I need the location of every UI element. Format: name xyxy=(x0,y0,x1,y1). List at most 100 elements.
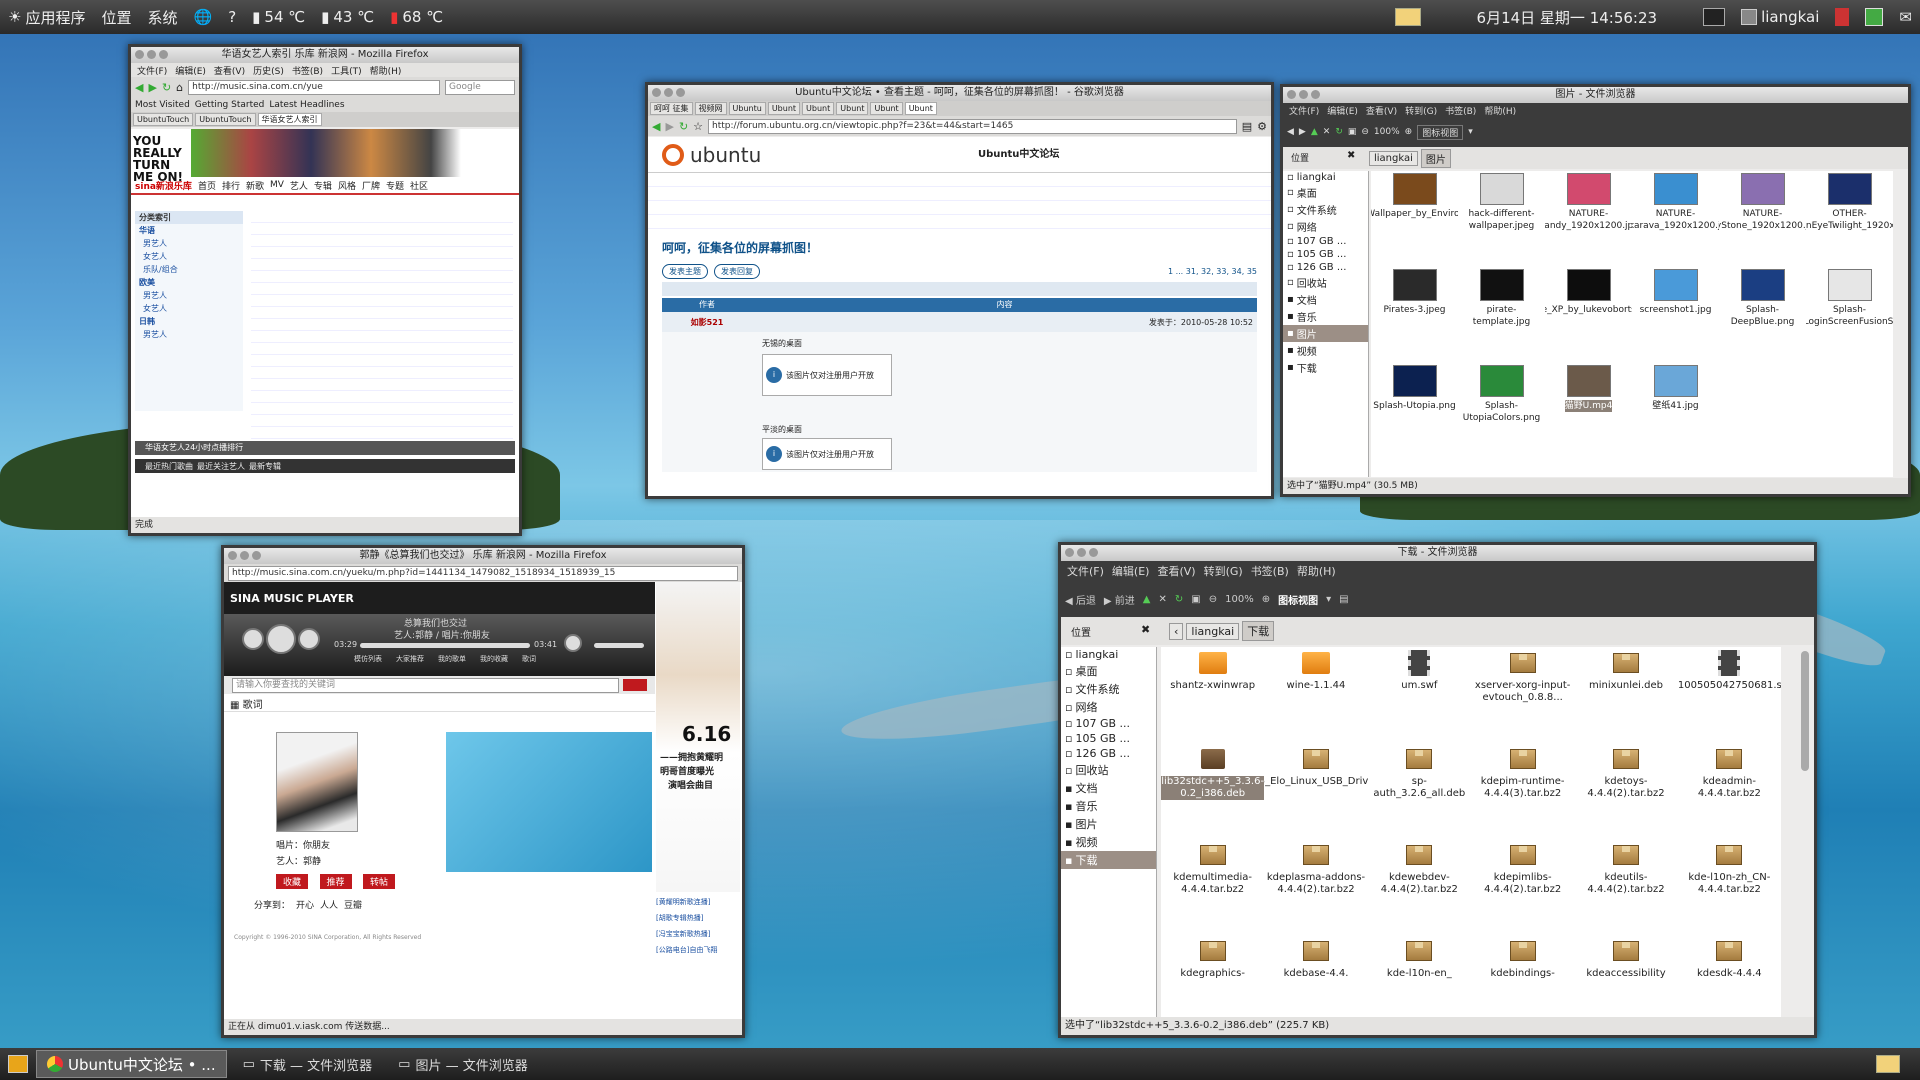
sidebar-item[interactable]: ▫ liangkai xyxy=(1061,647,1156,662)
mail-icon[interactable]: ✉ xyxy=(1891,8,1920,26)
reload-icon[interactable]: ↻ xyxy=(679,120,688,133)
file-item[interactable]: kdetoys-4.4.4(2).tar.bz2 xyxy=(1574,743,1677,839)
file-item[interactable]: Pirate_XP_by_lukevoborts.png xyxy=(1545,267,1632,363)
file-item[interactable]: kdeutils-4.4.4(2).tar.bz2 xyxy=(1574,839,1677,935)
file-item[interactable]: NATURE-SkyStone_1920x1200.jpg xyxy=(1719,171,1806,267)
maximize-icon[interactable] xyxy=(1089,548,1098,557)
window-titlebar[interactable]: Ubuntu中文论坛 • 查看主题 - 呵呵，征集各位的屏幕抓图！ - 谷歌浏览… xyxy=(648,85,1271,101)
side-link[interactable]: [黄耀明新歌连播] xyxy=(656,894,740,910)
url-bar[interactable]: http://forum.ubuntu.org.cn/viewtopic.php… xyxy=(708,118,1237,134)
file-item[interactable]: SW40015_Elo_Linux_USB_Driver_v3.2... xyxy=(1264,743,1368,839)
nav-link[interactable]: 艺人 xyxy=(290,179,308,192)
menu-help[interactable]: 帮助(H) xyxy=(1297,563,1336,579)
image-placeholder[interactable]: i 该图片仅对注册用户开放 xyxy=(762,438,892,470)
user-menu[interactable]: liangkai xyxy=(1733,8,1827,26)
sidebar-item[interactable]: ▫ 桌面 xyxy=(1061,662,1156,680)
lyrics-label[interactable]: 歌词 xyxy=(243,700,263,711)
sidebar-item[interactable]: ▫ 网络 xyxy=(1283,218,1368,235)
tab[interactable]: 视频网 xyxy=(694,102,727,115)
menu-edit[interactable]: 编辑(E) xyxy=(1327,104,1358,117)
image-placeholder[interactable]: i 该图片仅对注册用户开放 xyxy=(762,354,892,396)
tab[interactable]: Ubunt xyxy=(802,102,835,115)
power-icon[interactable] xyxy=(1827,8,1857,26)
tab[interactable]: 呵呵 征集 xyxy=(650,102,693,115)
view-mode-select[interactable]: 图标视图 xyxy=(1278,592,1318,607)
nav-link[interactable]: MV xyxy=(270,180,284,190)
maximize-icon[interactable] xyxy=(159,50,168,59)
sidebar-item[interactable]: ▫ 回收站 xyxy=(1061,761,1156,779)
window-titlebar[interactable]: 下载 - 文件浏览器 xyxy=(1061,545,1814,561)
file-item[interactable]: lib32stdc++5_3.3.6-0.2_i386.deb xyxy=(1161,743,1265,839)
player-action[interactable]: 大家推荐 xyxy=(396,654,424,664)
repost-button[interactable]: 转帖 xyxy=(363,874,396,889)
update-icon[interactable] xyxy=(1857,8,1891,26)
file-item[interactable]: 壁纸41.jpg xyxy=(1632,363,1719,459)
progress-bar[interactable] xyxy=(360,643,530,648)
share-link[interactable]: 人人 xyxy=(320,898,338,911)
tab[interactable]: UbuntuTouch xyxy=(133,113,194,126)
tab[interactable]: 最新专辑 xyxy=(249,461,281,472)
url-bar[interactable]: http://music.sina.com.cn/yueku/m.php?id=… xyxy=(228,565,738,581)
sidebar-item[interactable]: ▫ 105 GB ... xyxy=(1061,731,1156,746)
file-item[interactable]: kdemultimedia-4.4.4.tar.bz2 xyxy=(1161,839,1264,935)
menu-view[interactable]: 查看(V) xyxy=(214,64,245,77)
path-back-icon[interactable]: ‹ xyxy=(1169,622,1184,640)
reload-icon[interactable]: ↻ xyxy=(162,81,171,94)
volume-slider[interactable] xyxy=(594,643,644,648)
maximize-icon[interactable] xyxy=(1311,90,1320,99)
page-menu-icon[interactable]: ▤ xyxy=(1242,120,1252,133)
scrollbar[interactable] xyxy=(1801,651,1809,771)
places-dropdown[interactable]: 位置 xyxy=(1071,624,1091,639)
ubuntu-logo-text[interactable]: ubuntu xyxy=(690,143,761,167)
previous-button[interactable] xyxy=(242,628,264,650)
file-item[interactable]: NATURE-Candy_1920x1200.jpg xyxy=(1545,171,1632,267)
bookmark-star-icon[interactable]: ☆ xyxy=(693,120,703,133)
next-button[interactable] xyxy=(298,628,320,650)
sidebar-item[interactable]: ▫ liangkai xyxy=(1283,171,1368,184)
sidebar-item[interactable]: ▫ 网络 xyxy=(1061,698,1156,716)
search-button[interactable] xyxy=(623,679,647,691)
window-titlebar[interactable]: 郭静《总算我们也交过》 乐库 新浪网 - Mozilla Firefox xyxy=(224,548,742,564)
close-icon[interactable] xyxy=(135,50,144,59)
sidebar-item[interactable]: ▪ 视频 xyxy=(1283,342,1368,359)
taskbar-item[interactable]: ▭ 图片 — 文件浏览器 xyxy=(388,1050,538,1078)
bookmark-item[interactable]: Most Visited xyxy=(135,100,190,110)
show-desktop-icon[interactable] xyxy=(8,1055,28,1073)
play-pause-button[interactable] xyxy=(266,624,296,654)
menu-bookmarks[interactable]: 书签(B) xyxy=(1445,104,1476,117)
close-pane-icon[interactable]: ✖ xyxy=(1347,150,1355,161)
menu-bookmarks[interactable]: 书签(B) xyxy=(292,64,323,77)
path-button-current[interactable]: 下载 xyxy=(1242,621,1275,641)
file-item[interactable]: xserver-xorg-input-evtouch_0.8.8... xyxy=(1471,647,1574,743)
menu-view[interactable]: 查看(V) xyxy=(1157,563,1195,579)
web-browser-launcher-icon[interactable]: 🌐 xyxy=(186,8,221,26)
close-icon[interactable] xyxy=(228,551,237,560)
clock[interactable]: 6月14日 星期一 14:56:23 xyxy=(1469,7,1666,28)
minimize-icon[interactable] xyxy=(1299,90,1308,99)
file-item[interactable]: kdeplasma-addons-4.4.4(2).tar.bz2 xyxy=(1264,839,1367,935)
file-item[interactable]: Splash-UtopiaColors.png xyxy=(1458,363,1545,459)
file-item[interactable]: sp-auth_3.2.6_all.deb xyxy=(1368,743,1471,839)
url-bar[interactable]: http://music.sina.com.cn/yue xyxy=(188,79,440,95)
file-item[interactable]: minixunlei.deb xyxy=(1574,647,1677,743)
help-launcher-icon[interactable]: ? xyxy=(220,8,244,26)
window-titlebar[interactable]: 华语女艺人索引 乐库 新浪网 - Mozilla Firefox xyxy=(131,47,519,63)
minimize-icon[interactable] xyxy=(240,551,249,560)
nav-link[interactable]: 风格 xyxy=(338,179,356,192)
sidebar-item[interactable]: ▪ 图片 xyxy=(1283,325,1368,342)
computer-icon[interactable]: ▣ xyxy=(1348,127,1357,137)
album-cover[interactable] xyxy=(276,732,358,832)
chevron-down-icon[interactable]: ▾ xyxy=(1468,127,1473,137)
sidebar-item[interactable]: ▪ 文档 xyxy=(1283,291,1368,308)
minimize-icon[interactable] xyxy=(1077,548,1086,557)
bookmark-item[interactable]: Getting Started xyxy=(195,100,265,110)
nav-link[interactable]: 专辑 xyxy=(314,179,332,192)
up-icon[interactable]: ▲ xyxy=(1143,594,1151,605)
file-item[interactable]: kdebindings- xyxy=(1471,935,1574,1017)
stop-icon[interactable]: ✕ xyxy=(1323,127,1331,137)
file-item[interactable]: kde-l10n-en_ xyxy=(1368,935,1471,1017)
close-icon[interactable] xyxy=(1065,548,1074,557)
file-item[interactable]: 猫野U.mp4 xyxy=(1545,363,1632,459)
reload-icon[interactable]: ↻ xyxy=(1175,594,1183,605)
nav-link[interactable]: 专题 xyxy=(386,179,404,192)
